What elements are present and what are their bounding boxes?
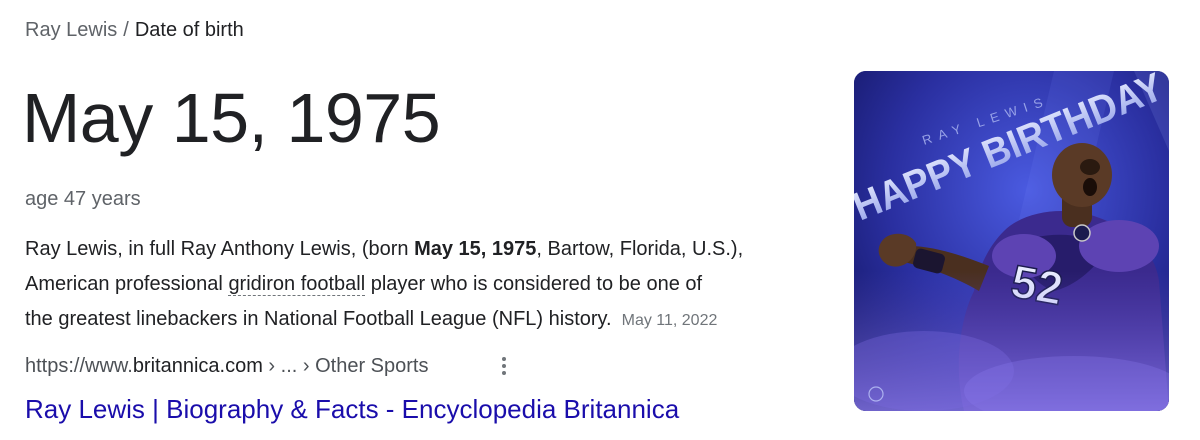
snippet-text: player who is considered to be one of	[365, 273, 703, 295]
url-domain: britannica.com	[132, 355, 263, 377]
gridiron-football-link[interactable]: gridiron football	[228, 273, 366, 296]
answer-date: May 15, 1975	[22, 79, 441, 157]
snippet-date: May 11, 2022	[621, 312, 718, 329]
dot	[502, 357, 506, 361]
snippet-text: Ray Lewis, in full Ray Anthony Lewis, (b…	[25, 238, 415, 260]
url-path: › ... › Other Sports	[262, 355, 429, 377]
snippet-text: , Bartow, Florida, U.S.),	[536, 238, 744, 260]
snippet-text: the greatest linebackers in National Foo…	[25, 308, 612, 330]
vertical-ellipsis-icon[interactable]	[494, 353, 514, 379]
breadcrumb-separator: /	[123, 19, 129, 41]
result-title-link[interactable]: Ray Lewis | Biography & Facts - Encyclop…	[25, 392, 679, 426]
birthday-image[interactable]: RAY LEWIS HAPPY BIRTHDAY	[854, 71, 1169, 411]
featured-snippet: Ray Lewis, in full Ray Anthony Lewis, (b…	[25, 232, 825, 338]
birthday-image-art: RAY LEWIS HAPPY BIRTHDAY	[854, 71, 1169, 411]
dot	[502, 364, 506, 368]
age-subtext: age 47 years	[25, 188, 141, 210]
snippet-line-3: the greatest linebackers in National Foo…	[25, 302, 825, 338]
breadcrumb-attribute: Date of birth	[134, 19, 244, 41]
breadcrumb: Ray Lewis / Date of birth	[25, 16, 244, 44]
url-prefix: https://www.	[25, 355, 133, 377]
snippet-text: American professional	[25, 273, 229, 295]
breadcrumb-entity[interactable]: Ray Lewis	[25, 19, 117, 41]
knowledge-panel: Ray Lewis / Date of birth May 15, 1975 age…	[0, 0, 1200, 440]
source-url[interactable]: https://www.britannica.com › ... › Other…	[25, 352, 428, 380]
snippet-line-2: American professional gridiron football …	[25, 267, 825, 302]
snippet-highlight: May 15, 1975	[414, 238, 537, 260]
dot	[502, 371, 506, 375]
snippet-line-1: Ray Lewis, in full Ray Anthony Lewis, (b…	[25, 232, 825, 267]
